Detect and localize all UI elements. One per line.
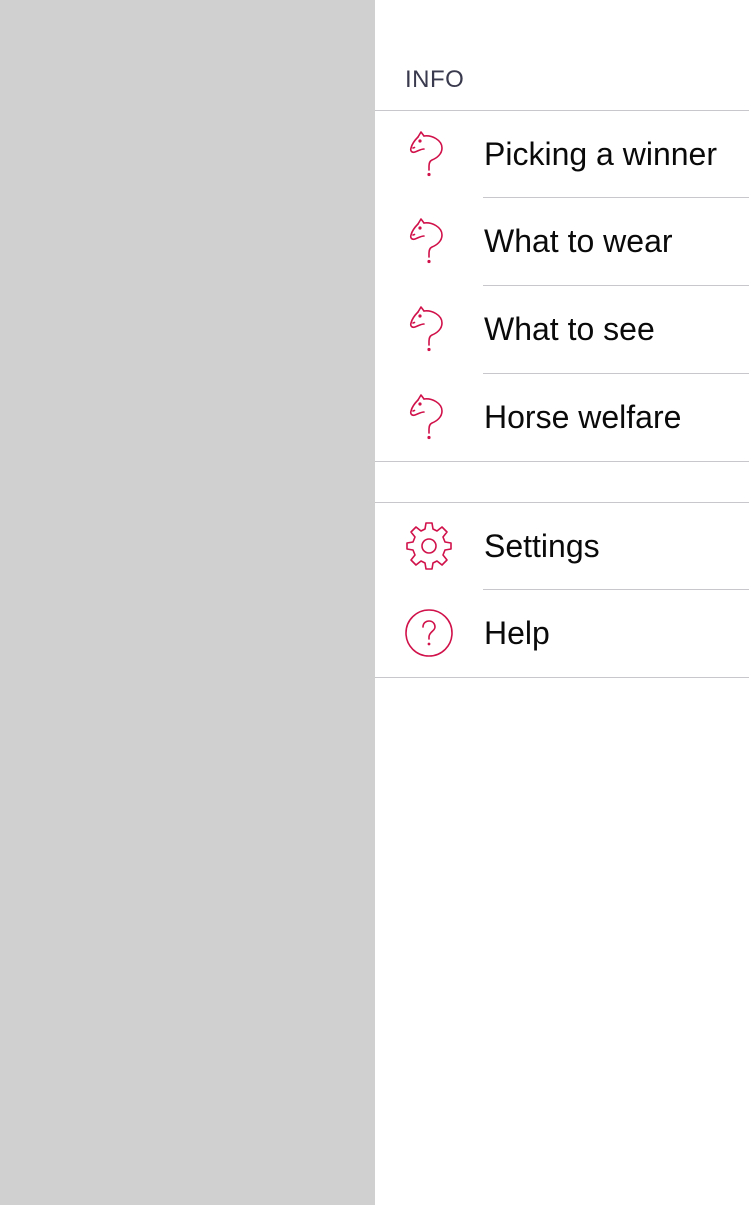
horse-question-icon bbox=[404, 216, 454, 266]
menu-item-label: Settings bbox=[484, 528, 600, 564]
section-header-info: INFO bbox=[405, 66, 465, 93]
menu-item-horse-welfare[interactable]: Horse welfare bbox=[375, 374, 749, 461]
horse-question-icon bbox=[404, 129, 454, 179]
menu-item-label: What to wear bbox=[484, 223, 673, 259]
screen: INFO Picking a winner What to wear What … bbox=[0, 0, 749, 1205]
help-circle-icon bbox=[404, 608, 454, 658]
menu-item-label: What to see bbox=[484, 311, 655, 347]
menu-item-label: Picking a winner bbox=[484, 136, 717, 172]
menu-item-label: Horse welfare bbox=[484, 399, 682, 435]
dimmed-content-overlay[interactable] bbox=[0, 0, 375, 1205]
menu-item-picking-a-winner[interactable]: Picking a winner bbox=[375, 111, 749, 198]
menu-item-help[interactable]: Help bbox=[375, 590, 749, 677]
menu-item-what-to-see[interactable]: What to see bbox=[375, 286, 749, 373]
horse-question-icon bbox=[404, 304, 454, 354]
divider bbox=[375, 677, 749, 678]
divider bbox=[375, 461, 749, 462]
horse-question-icon bbox=[404, 392, 454, 442]
menu-item-label: Help bbox=[484, 615, 550, 651]
menu-item-what-to-wear[interactable]: What to wear bbox=[375, 198, 749, 285]
menu-item-settings[interactable]: Settings bbox=[375, 503, 749, 590]
side-menu-drawer: INFO Picking a winner What to wear What … bbox=[375, 0, 749, 1205]
gear-icon bbox=[404, 521, 454, 571]
